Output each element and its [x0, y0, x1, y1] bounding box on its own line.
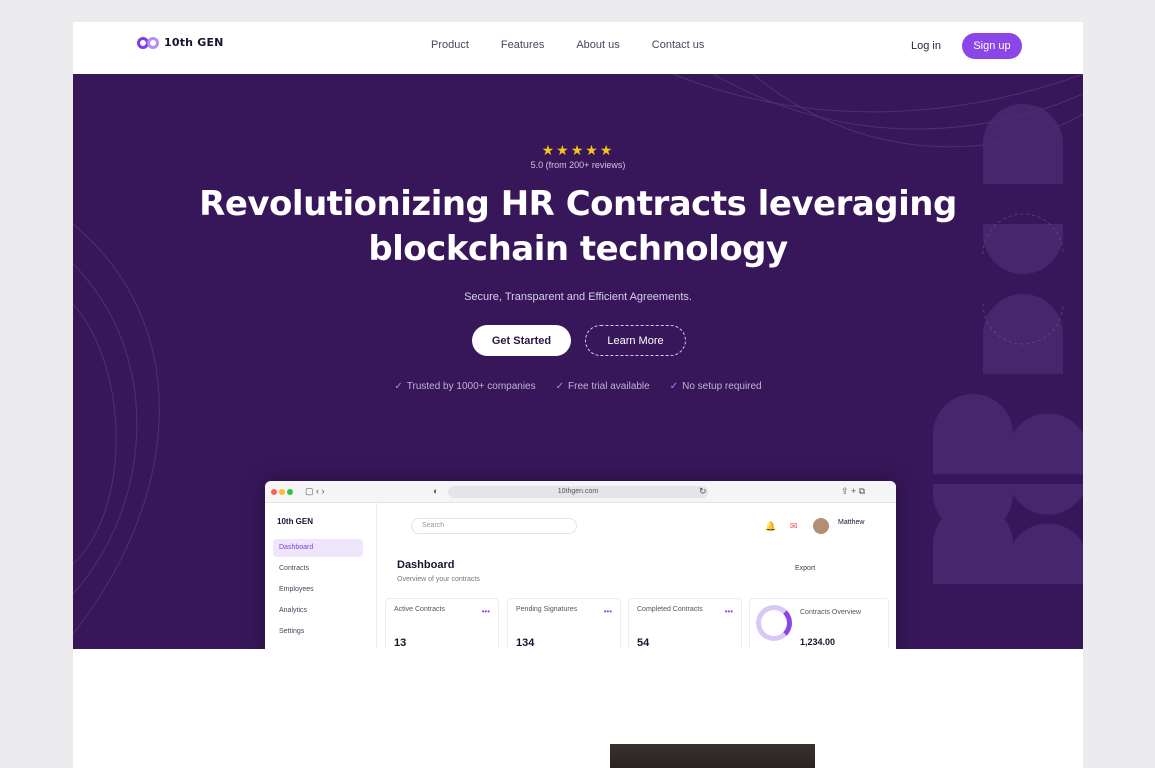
app-preview-window: ▢ ‹ › ◐ 10thgen.com ↻ ⇪ + ⧉ 10th GEN Das…: [265, 481, 896, 649]
notification-icon[interactable]: 🔔: [765, 521, 776, 532]
stat-card-pending: Pending Signatures ••• 134: [507, 598, 621, 649]
feature-check-text: No setup required: [682, 381, 762, 392]
hero-title-line-2: blockchain technology: [368, 229, 788, 269]
more-icon[interactable]: •••: [604, 607, 612, 616]
section-image: [610, 744, 815, 768]
export-button[interactable]: Export: [795, 565, 815, 572]
stat-card-value: 134: [516, 637, 535, 649]
hero-subtitle: Secure, Transparent and Efficient Agreem…: [464, 291, 692, 303]
nav-link-contact[interactable]: Contact us: [652, 39, 705, 51]
brand-logo[interactable]: 10th GEN: [137, 36, 224, 49]
overview-label: Contracts Overview: [800, 609, 862, 616]
learn-more-button[interactable]: Learn More: [585, 325, 686, 356]
sidebar-toggle-icon: ▢ ‹ ›: [305, 486, 325, 496]
hero-title: Revolutionizing HR Contracts leveraging …: [73, 182, 1083, 272]
feature-check-2: ✓ Free trial available: [556, 381, 650, 392]
nav-link-product[interactable]: Product: [431, 39, 469, 51]
close-dot-icon: [271, 489, 277, 495]
feature-check-text: Trusted by 1000+ companies: [406, 381, 536, 392]
landing-page: 10th GEN Product Features About us Conta…: [73, 22, 1083, 768]
more-icon[interactable]: •••: [482, 607, 490, 616]
app-sidebar: 10th GEN Dashboard Contracts Employees A…: [265, 503, 377, 649]
dashboard-subtitle: Overview of your contracts: [397, 576, 480, 583]
sidebar-item-analytics[interactable]: Analytics: [273, 602, 363, 620]
maximize-dot-icon: [287, 489, 293, 495]
share-icon: ⇪ + ⧉: [841, 486, 866, 496]
sidebar-item-contracts[interactable]: Contracts: [273, 560, 363, 578]
feature-check-text: Free trial available: [568, 381, 650, 392]
nav-links: Product Features About us Contact us: [431, 39, 704, 51]
check-icon: ✓: [669, 381, 679, 392]
overview-value: 1,234.00: [800, 637, 836, 647]
mail-icon[interactable]: ✉: [790, 521, 798, 532]
brand-name: 10th GEN: [164, 36, 224, 49]
sidebar-item-employees[interactable]: Employees: [273, 581, 363, 599]
stat-card-label: Completed Contracts: [637, 606, 703, 613]
profile-name: Matthew: [838, 519, 865, 526]
progress-ring-icon: [756, 605, 792, 641]
stat-card-active: Active Contracts ••• 13: [385, 598, 499, 649]
stat-card-label: Pending Signatures: [516, 606, 578, 613]
sidebar-item-dashboard[interactable]: Dashboard: [273, 539, 363, 557]
browser-bar: ▢ ‹ › ◐ 10thgen.com ↻ ⇪ + ⧉: [265, 481, 896, 503]
check-icon: ✓: [555, 381, 565, 392]
shield-icon: ◐: [433, 486, 439, 496]
stat-card-label: Active Contracts: [394, 606, 445, 613]
nav-link-about[interactable]: About us: [576, 39, 619, 51]
feature-check-1: ✓ Trusted by 1000+ companies: [394, 381, 535, 392]
top-nav: 10th GEN Product Features About us Conta…: [73, 22, 1083, 74]
rating-stars-icon: ★★★★★: [541, 142, 615, 158]
infinity-logo-icon: [137, 36, 159, 49]
hero-title-line-1: Revolutionizing HR Contracts leveraging: [199, 184, 957, 224]
dashboard-title: Dashboard: [397, 559, 455, 571]
app-sidebar-brand: 10th GEN: [277, 517, 314, 526]
signup-button[interactable]: Sign up: [962, 33, 1022, 59]
url-bar[interactable]: 10thgen.com: [448, 486, 708, 498]
sidebar-item-settings[interactable]: Settings: [273, 623, 363, 641]
check-icon: ✓: [394, 381, 403, 392]
stat-card-completed: Completed Contracts ••• 54: [628, 598, 742, 649]
app-search-input[interactable]: Search: [411, 518, 577, 534]
stat-card-value: 13: [394, 637, 407, 649]
hero-section: ★★★★★ 5.0 (from 200+ reviews) Revolution…: [73, 74, 1083, 649]
minimize-dot-icon: [279, 489, 285, 495]
feature-check-3: ✓ No setup required: [670, 381, 762, 392]
nav-link-features[interactable]: Features: [501, 39, 544, 51]
get-started-button[interactable]: Get Started: [472, 325, 571, 356]
reload-icon: ↻: [699, 486, 707, 496]
login-link[interactable]: Log in: [911, 40, 941, 52]
rating-text: 5.0 (from 200+ reviews): [530, 160, 626, 170]
avatar[interactable]: [813, 518, 829, 534]
hero-feature-checks: ✓ Trusted by 1000+ companies ✓ Free trial …: [73, 381, 1083, 392]
stat-card-value: 54: [637, 637, 650, 649]
more-icon[interactable]: •••: [725, 607, 733, 616]
overview-card: Contracts Overview 1,234.00: [749, 598, 889, 649]
